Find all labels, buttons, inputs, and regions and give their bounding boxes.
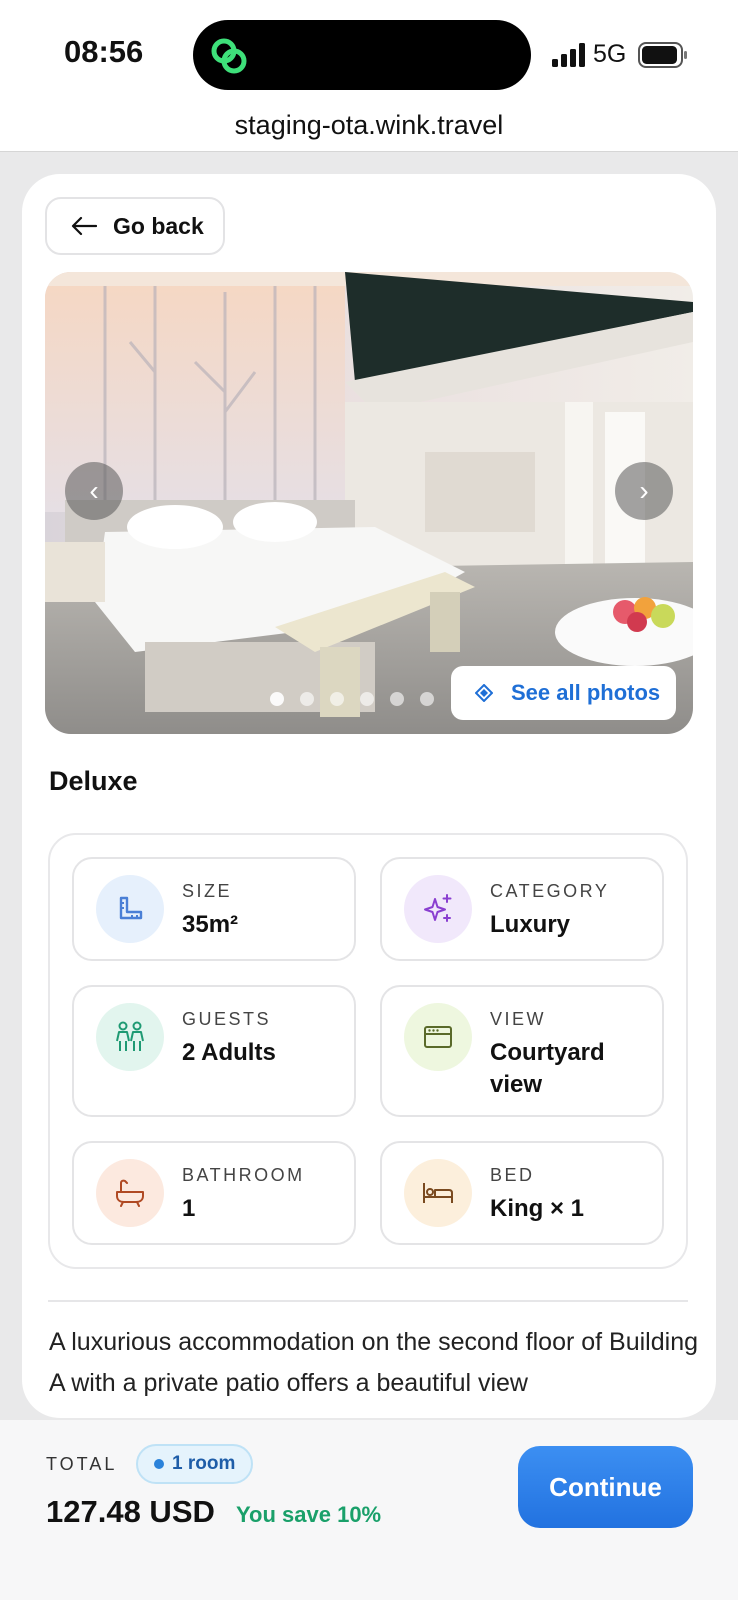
ruler-icon [96, 875, 164, 943]
feature-guests: GUESTS 2 Adults [72, 985, 356, 1117]
feature-label: SIZE [182, 881, 233, 901]
feature-bed: BED King × 1 [380, 1141, 664, 1245]
photo-pagination-dots [270, 692, 434, 706]
window-icon [404, 1003, 472, 1071]
rooms-count-label: 1 room [172, 1453, 236, 1474]
pagination-dot[interactable] [300, 692, 314, 706]
room-title: Deluxe [49, 766, 138, 796]
feature-label: BED [490, 1165, 535, 1185]
hotel-room-image [45, 272, 693, 734]
signal-icon [552, 43, 585, 67]
feature-label: BATHROOM [182, 1165, 305, 1185]
go-back-button[interactable]: Go back [45, 197, 225, 255]
pagination-dot[interactable] [270, 692, 284, 706]
pagination-dot[interactable] [360, 692, 374, 706]
room-features-panel: SIZE 35m² CATEGORY Luxury GUESTS 2 Adult… [48, 833, 688, 1269]
chevron-right-icon: › [639, 475, 649, 506]
feature-value: 2 Adults [182, 1039, 276, 1066]
sparkles-icon [404, 875, 472, 943]
feature-value: King × 1 [490, 1195, 585, 1222]
rooms-count-badge: 1 room [136, 1444, 254, 1484]
clock: 08:56 [64, 34, 144, 69]
bathtub-icon [96, 1159, 164, 1227]
pagination-dot[interactable] [420, 692, 434, 706]
feature-category: CATEGORY Luxury [380, 857, 664, 961]
arrow-left-icon [71, 216, 97, 236]
feature-value: Courtyard view [490, 1039, 605, 1098]
status-bar: 08:56 5G [0, 0, 738, 108]
see-all-photos-label: See all photos [511, 680, 661, 705]
network-type: 5G [593, 40, 627, 68]
previous-photo-button[interactable]: ‹ [65, 462, 123, 520]
feature-value: 35m² [182, 911, 239, 938]
feature-label: GUESTS [182, 1009, 272, 1029]
room-details-card: Go back ‹ › See all photos Deluxe SIZE 3… [22, 174, 716, 1418]
pagination-dot[interactable] [330, 692, 344, 706]
feature-label: VIEW [490, 1009, 547, 1029]
link-icon [211, 38, 247, 74]
divider [48, 1300, 688, 1302]
chevron-left-icon: ‹ [89, 475, 99, 506]
feature-label: CATEGORY [490, 881, 610, 901]
room-photo[interactable]: ‹ › See all photos [45, 272, 693, 734]
savings-text: You save 10% [236, 1502, 382, 1527]
see-all-photos-button[interactable]: See all photos [451, 666, 676, 720]
next-photo-button[interactable]: › [615, 462, 673, 520]
go-back-label: Go back [113, 212, 204, 239]
room-description: A luxurious accommodation on the second … [49, 1328, 698, 1397]
battery-icon [638, 42, 687, 68]
bed-icon [404, 1159, 472, 1227]
continue-button[interactable]: Continue [518, 1446, 693, 1528]
feature-value: 1 [182, 1195, 196, 1222]
people-icon [96, 1003, 164, 1071]
badge-dot-icon [154, 1459, 164, 1469]
diamond-icon [475, 684, 493, 702]
dynamic-island [193, 20, 531, 90]
feature-value: Luxury [490, 911, 571, 938]
feature-view: VIEW Courtyard view [380, 985, 664, 1117]
total-price: 127.48 USD [46, 1494, 215, 1529]
address-bar[interactable]: staging-ota.wink.travel [0, 108, 738, 152]
feature-bathroom: BATHROOM 1 [72, 1141, 356, 1245]
booking-footer: TOTAL 1 room 127.48 USD You save 10% Con… [0, 1420, 738, 1600]
total-label: TOTAL [46, 1454, 118, 1474]
feature-size: SIZE 35m² [72, 857, 356, 961]
pagination-dot[interactable] [390, 692, 404, 706]
